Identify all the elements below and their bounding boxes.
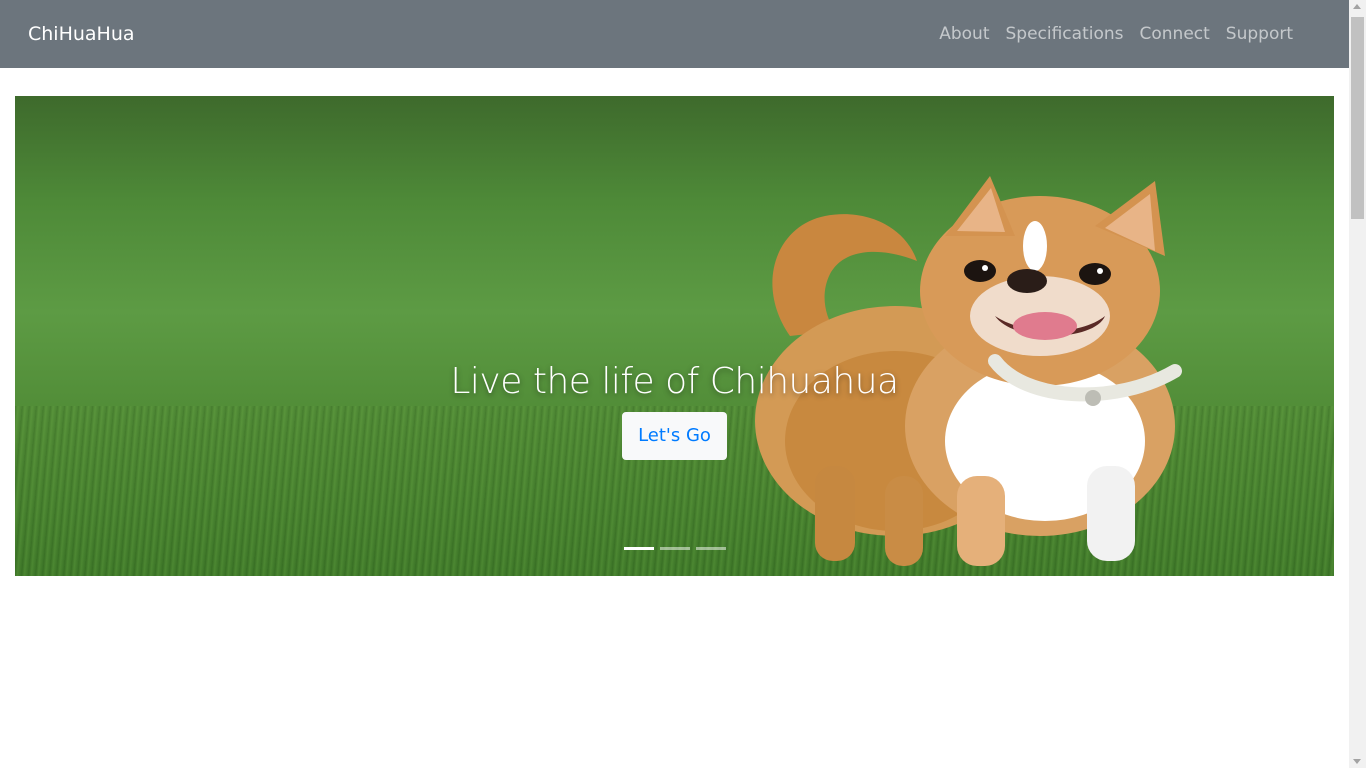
carousel-indicator-3[interactable]	[696, 547, 726, 550]
hero-caption: Live the life of Chihuahua	[15, 358, 1334, 406]
hero-headline: Live the life of Chihuahua	[450, 361, 899, 402]
nav-links: About Specifications Connect Support	[939, 22, 1293, 46]
vertical-scrollbar[interactable]	[1349, 0, 1366, 768]
scroll-up-arrow-icon[interactable]	[1353, 4, 1361, 9]
carousel-indicators	[624, 547, 726, 550]
nav-link-about[interactable]: About	[939, 22, 989, 46]
hero-carousel: Live the life of Chihuahua Let's Go	[15, 96, 1334, 576]
carousel-indicator-1[interactable]	[624, 547, 654, 550]
nav-link-specifications[interactable]: Specifications	[1005, 22, 1123, 46]
carousel-indicator-2[interactable]	[660, 547, 690, 550]
nav-link-support[interactable]: Support	[1226, 22, 1293, 46]
brand-logo-link[interactable]: ChiHuaHua	[28, 22, 135, 46]
nav-link-connect[interactable]: Connect	[1140, 22, 1210, 46]
lets-go-button[interactable]: Let's Go	[622, 412, 727, 460]
scrollbar-thumb[interactable]	[1351, 17, 1364, 219]
top-navbar: ChiHuaHua About Specifications Connect S…	[0, 0, 1349, 68]
scroll-down-arrow-icon[interactable]	[1353, 759, 1361, 764]
